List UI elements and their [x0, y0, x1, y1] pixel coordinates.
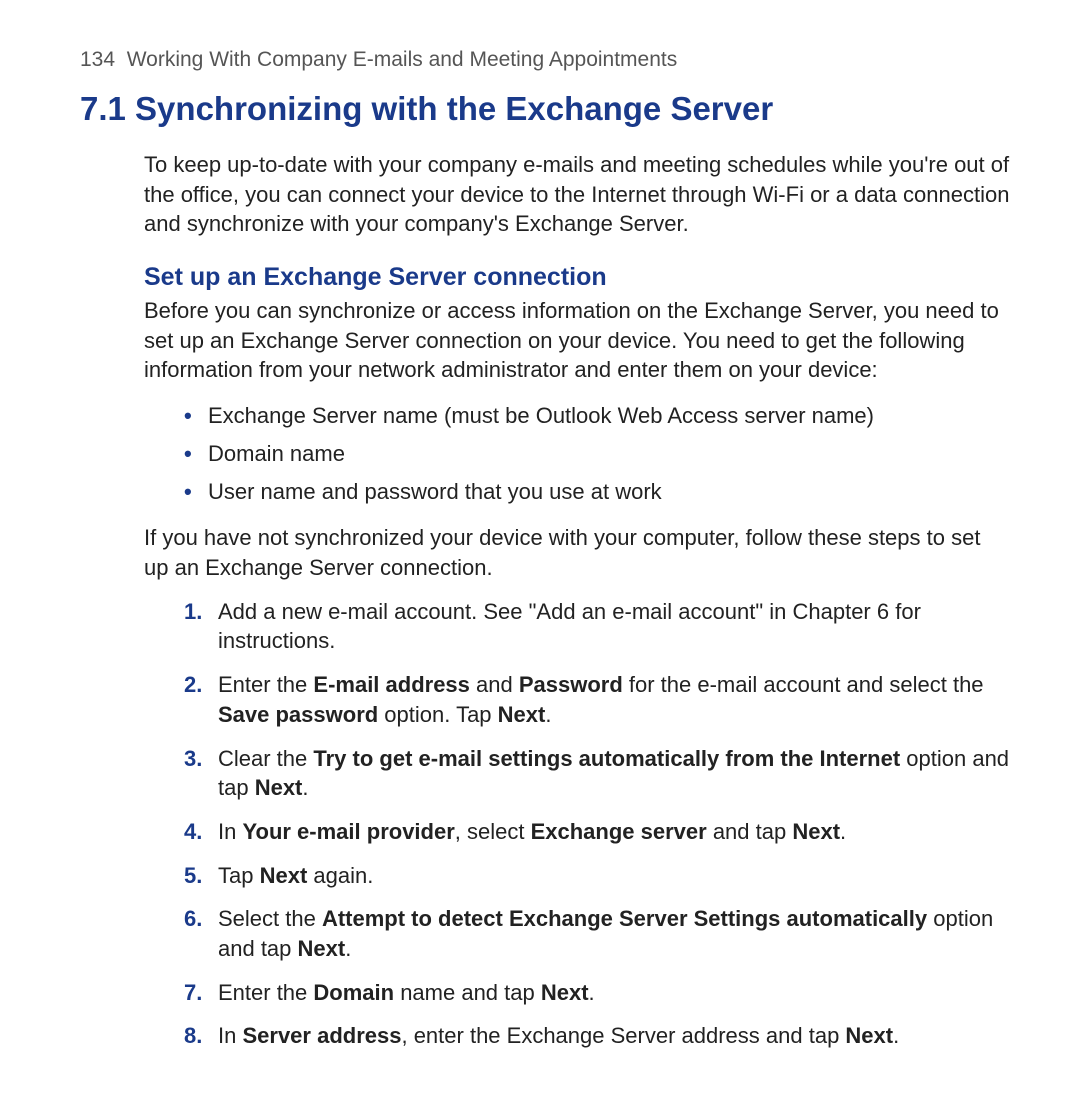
step-item: In Your e-mail provider, select Exchange… — [184, 817, 1010, 847]
transition-para: If you have not synchronized your device… — [144, 523, 1010, 582]
subsection-heading: Set up an Exchange Server connection — [144, 263, 1010, 292]
list-item: Exchange Server name (must be Outlook We… — [184, 399, 1010, 433]
info-list: Exchange Server name (must be Outlook We… — [144, 399, 1010, 509]
section-title: Synchronizing with the Exchange Server — [135, 90, 773, 127]
step-item: Enter the Domain name and tap Next. — [184, 978, 1010, 1008]
steps-list: Add a new e-mail account. See "Add an e-… — [144, 597, 1010, 1051]
step-item: Enter the E-mail address and Password fo… — [184, 670, 1010, 729]
step-item: Add a new e-mail account. See "Add an e-… — [184, 597, 1010, 656]
subsection-preamble: Before you can synchronize or access inf… — [144, 296, 1010, 385]
list-item: Domain name — [184, 437, 1010, 471]
list-item: User name and password that you use at w… — [184, 475, 1010, 509]
running-header: 134 Working With Company E-mails and Mee… — [80, 48, 1010, 72]
section-heading: 7.1 Synchronizing with the Exchange Serv… — [80, 90, 1010, 128]
section-number: 7.1 — [80, 90, 126, 127]
step-item: In Server address, enter the Exchange Se… — [184, 1021, 1010, 1051]
step-item: Clear the Try to get e-mail settings aut… — [184, 744, 1010, 803]
chapter-title: Working With Company E-mails and Meeting… — [127, 48, 678, 71]
section-intro: To keep up-to-date with your company e-m… — [144, 150, 1010, 239]
page-number: 134 — [80, 48, 115, 71]
document-page: 134 Working With Company E-mails and Mee… — [0, 0, 1080, 1105]
step-item: Tap Next again. — [184, 861, 1010, 891]
step-item: Select the Attempt to detect Exchange Se… — [184, 904, 1010, 963]
